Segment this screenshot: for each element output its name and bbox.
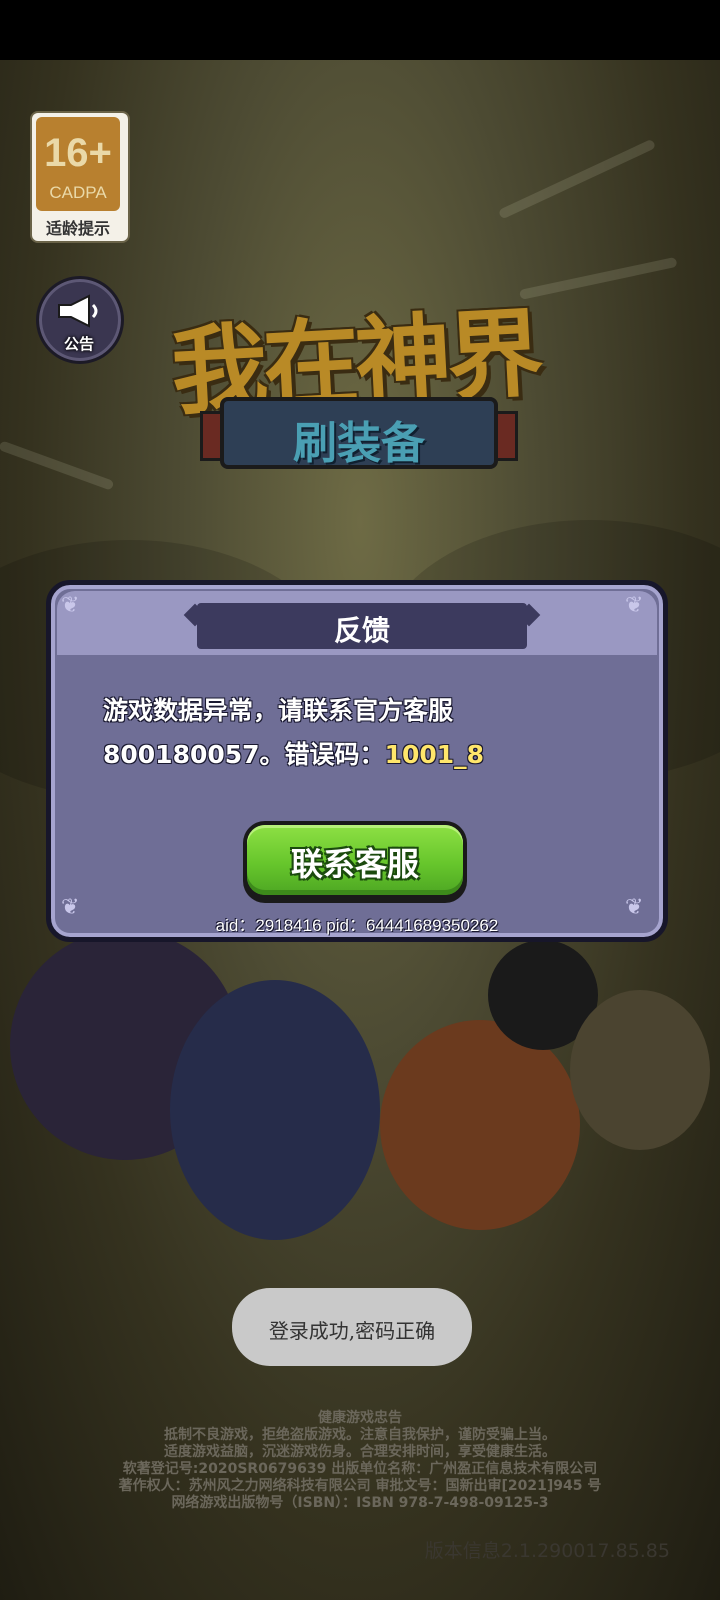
age-rating-top: 16+ CADPA xyxy=(36,117,120,211)
dialog-message: 游戏数据异常，请联系官方客服 800180057。错误码：1001_8 xyxy=(103,689,623,777)
dialog-title: 反馈 xyxy=(333,614,390,647)
error-code: 1001_8 xyxy=(384,740,485,769)
age-tip-label: 适龄提示 xyxy=(45,219,110,238)
footer-line-3: 适度游戏益脑，沉迷游戏伤身。合理安排时间，享受健康生活。 xyxy=(164,1444,556,1460)
logo-ribbon: 刷装备 xyxy=(220,397,498,469)
footer-line-6: 网络游戏出版物号（ISBN）：ISBN 978-7-498-09125-3 xyxy=(171,1495,549,1511)
status-bar xyxy=(0,0,720,60)
contact-support-button-face[interactable]: 联系客服 xyxy=(247,825,463,895)
footer-line-2: 抵制不良游戏，拒绝盗版游戏。注意自我保护，谨防受骗上当。 xyxy=(164,1427,556,1443)
age-number: 16+ xyxy=(44,131,112,175)
dialog-header: 反馈 xyxy=(57,591,657,655)
corner-ornament-icon: ❦ xyxy=(625,593,644,618)
age-rating-badge[interactable]: 16+ CADPA 适龄提示 xyxy=(30,111,130,243)
toast-message: 登录成功,密码正确 xyxy=(232,1288,472,1366)
logo-subtitle: 刷装备 xyxy=(293,418,425,469)
character-blue-mage xyxy=(170,980,380,1240)
message-line-2: 800180057。错误码：1001_8 xyxy=(103,733,623,777)
contact-support-button[interactable]: 联系客服 xyxy=(243,821,467,903)
footer-line-4: 软著登记号:2020SR0679639 出版单位名称：广州盈正信息技术有限公司 xyxy=(122,1461,598,1477)
account-ids: aid：2918416 pid：64441689350262 xyxy=(215,916,499,935)
contact-support-label: 联系客服 xyxy=(290,845,419,883)
notice-button[interactable]: 公告 xyxy=(36,276,124,364)
age-org: CADPA xyxy=(49,183,107,202)
corner-ornament-icon: ❦ xyxy=(61,593,80,618)
health-notice-footer: 健康游戏忠告 抵制不良游戏，拒绝盗版游戏。注意自我保护，谨防受骗上当。 适度游戏… xyxy=(0,1410,720,1512)
notice-label: 公告 xyxy=(63,335,94,353)
footer-line-1: 健康游戏忠告 xyxy=(318,1410,402,1426)
footer-line-5: 著作权人：苏州风之力网络科技有限公司 审批文号：国新出审[2021]945 号 xyxy=(118,1478,602,1494)
character-knight xyxy=(570,990,710,1150)
dialog-title-bar: 反馈 xyxy=(197,603,527,649)
version-info: 版本信息2.1.290017.85.85 xyxy=(424,1540,670,1562)
feedback-dialog: 反馈 ❦ ❦ ❦ ❦ 游戏数据异常，请联系官方客服 800180057。错误码：… xyxy=(46,580,668,942)
message-line-1: 游戏数据异常，请联系官方客服 xyxy=(103,696,454,725)
toast-text: 登录成功,密码正确 xyxy=(268,1319,436,1343)
message-line-2-text: 800180057。错误码： xyxy=(103,740,385,769)
game-logo: 我在神界 刷装备 xyxy=(120,225,590,485)
megaphone-icon xyxy=(58,294,98,328)
character-fire xyxy=(380,1020,580,1230)
